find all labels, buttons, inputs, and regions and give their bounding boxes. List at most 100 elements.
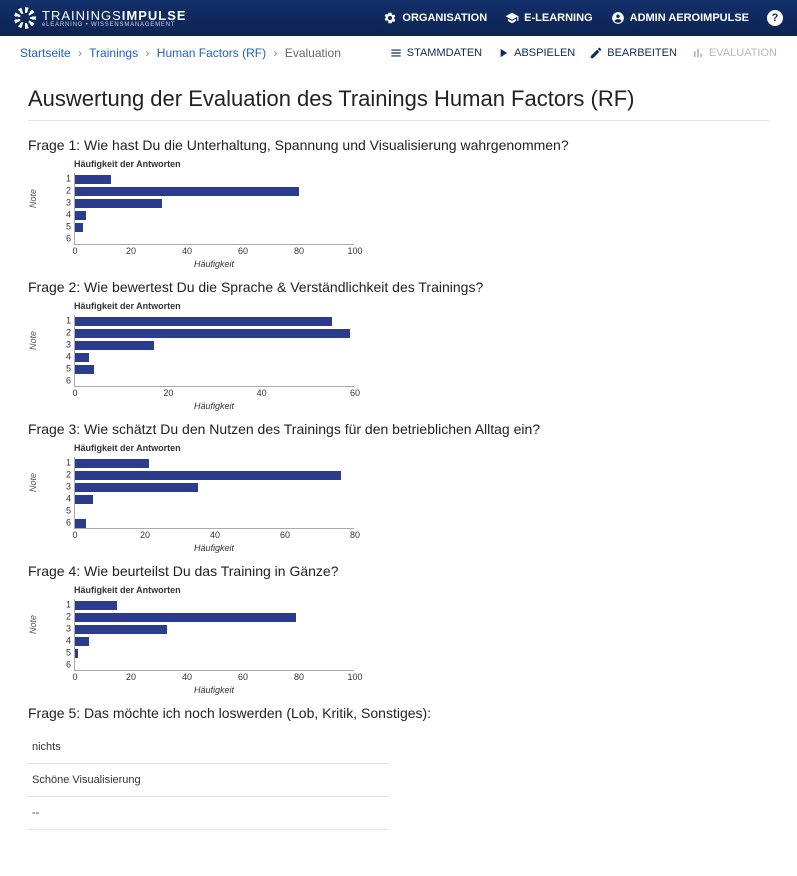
breadcrumb-trainings[interactable]: Trainings — [89, 46, 138, 60]
chart-ytick: 5 — [66, 223, 75, 232]
top-nav-bar: TRAININGSIMPULSE eLEARNING • WISSENSMANA… — [0, 0, 797, 36]
chart-ytick: 4 — [66, 495, 75, 504]
chart-xtick: 80 — [350, 528, 360, 540]
user-circle-icon — [611, 11, 625, 25]
chart-bar — [75, 223, 83, 232]
chart-xtick: 80 — [294, 670, 304, 682]
chart-ytick: 6 — [66, 519, 75, 528]
logo-main-2: IMPULSE — [122, 8, 187, 23]
breadcrumb-separator: › — [145, 46, 149, 60]
chart-plot: 123456020406080 — [74, 457, 354, 529]
text-responses: nichts Schöne Visualisierung -- — [28, 731, 769, 830]
page-tabs: STAMMDATEN ABSPIELEN BEARBEITEN EVALUATI… — [389, 46, 777, 60]
nav-elearning[interactable]: E-LEARNING — [505, 11, 592, 25]
chart-xlabel: Häufigkeit — [74, 401, 354, 411]
tab-stammdaten[interactable]: STAMMDATEN — [389, 46, 482, 60]
chart-xtick: 20 — [126, 244, 136, 256]
chart-bar — [75, 329, 350, 338]
chart-ytick: 1 — [66, 175, 75, 184]
chart-plot: 1234560204060 — [74, 315, 354, 387]
chart-title: Häufigkeit der Antworten — [74, 301, 354, 311]
chart-xlabel: Häufigkeit — [74, 543, 354, 553]
nav-admin-label: ADMIN AEROIMPULSE — [630, 12, 749, 24]
chart-ytick: 2 — [66, 471, 75, 480]
breadcrumb: Startseite › Trainings › Human Factors (… — [20, 46, 341, 60]
tab-bearbeiten[interactable]: BEARBEITEN — [589, 46, 677, 60]
chart-bar — [75, 175, 111, 184]
chart-ytick: 6 — [66, 377, 75, 386]
chart-ytick: 1 — [66, 601, 75, 610]
chart-xtick: 60 — [238, 244, 248, 256]
chart-bar — [75, 519, 86, 528]
chart-ytick: 3 — [66, 625, 75, 634]
nav-elearning-label: E-LEARNING — [524, 12, 592, 24]
pencil-icon — [589, 46, 603, 60]
title-divider — [28, 120, 769, 121]
logo-main-1: TRAININGS — [42, 8, 122, 23]
chart-xtick: 60 — [280, 528, 290, 540]
chart-bar — [75, 365, 94, 374]
chart-bar — [75, 199, 162, 208]
nav-organisation[interactable]: ORGANISATION — [383, 11, 487, 25]
play-icon — [496, 46, 510, 60]
breadcrumb-human-factors[interactable]: Human Factors (RF) — [157, 46, 266, 60]
chart-bar — [75, 483, 198, 492]
logo[interactable]: TRAININGSIMPULSE eLEARNING • WISSENSMANA… — [14, 7, 187, 29]
chart-bar — [75, 613, 296, 622]
chart-xtick: 40 — [210, 528, 220, 540]
chart-title: Häufigkeit der Antworten — [74, 585, 354, 595]
chart-bar — [75, 625, 167, 634]
chart-1: Note Häufigkeit der Antworten 123456020406… — [28, 159, 769, 269]
breadcrumb-start[interactable]: Startseite — [20, 46, 71, 60]
question-3: Frage 3: Wie schätzt Du den Nutzen des T… — [28, 421, 769, 437]
chart-ytick: 5 — [66, 365, 75, 374]
chart-ytick: 3 — [66, 199, 75, 208]
chart-title: Häufigkeit der Antworten — [74, 159, 354, 169]
help-button[interactable]: ? — [767, 10, 783, 26]
chart-xtick: 40 — [257, 386, 267, 398]
chart-ytick: 3 — [66, 483, 75, 492]
logo-swirl-icon — [14, 7, 36, 29]
tab-evaluation-label: EVALUATION — [709, 47, 777, 59]
tab-abspielen[interactable]: ABSPIELEN — [496, 46, 575, 60]
chart-ylabel: Note — [28, 473, 38, 492]
main-content: Auswertung der Evaluation des Trainings … — [0, 68, 797, 850]
question-5: Frage 5: Das möchte ich noch loswerden (… — [28, 705, 769, 721]
chart-ytick: 5 — [66, 507, 75, 516]
chart-xtick: 0 — [72, 386, 77, 398]
response-item: nichts — [28, 731, 388, 764]
chart-xtick: 0 — [72, 244, 77, 256]
chart-ytick: 6 — [66, 235, 75, 244]
response-item: Schöne Visualisierung — [28, 764, 388, 797]
chart-bar — [75, 495, 93, 504]
chart-xtick: 0 — [72, 528, 77, 540]
chart-title: Häufigkeit der Antworten — [74, 443, 354, 453]
chart-ylabel: Note — [28, 189, 38, 208]
chart-ytick: 1 — [66, 317, 75, 326]
tab-abspielen-label: ABSPIELEN — [514, 47, 575, 59]
chart-ylabel: Note — [28, 331, 38, 350]
page-title: Auswertung der Evaluation des Trainings … — [28, 86, 769, 112]
chart-bar — [75, 211, 86, 220]
chart-ytick: 2 — [66, 329, 75, 338]
chart-bar — [75, 341, 154, 350]
chart-xtick: 60 — [238, 670, 248, 682]
chart-xlabel: Häufigkeit — [74, 259, 354, 269]
question-4: Frage 4: Wie beurteilst Du das Training … — [28, 563, 769, 579]
question-2: Frage 2: Wie bewertest Du die Sprache & … — [28, 279, 769, 295]
chart-xtick: 20 — [126, 670, 136, 682]
chart-plot: 123456020406080100 — [74, 173, 354, 245]
tab-stammdaten-label: STAMMDATEN — [407, 47, 482, 59]
question-1: Frage 1: Wie hast Du die Unterhaltung, S… — [28, 137, 769, 153]
chart-xtick: 40 — [182, 244, 192, 256]
chart-3: Note Häufigkeit der Antworten 123456020406… — [28, 443, 769, 553]
graduation-cap-icon — [505, 11, 519, 25]
chart-ytick: 4 — [66, 211, 75, 220]
chart-2: Note Häufigkeit der Antworten 123456020406… — [28, 301, 769, 411]
chart-ytick: 5 — [66, 649, 75, 658]
chart-xtick: 20 — [163, 386, 173, 398]
response-item: -- — [28, 797, 388, 830]
nav-admin[interactable]: ADMIN AEROIMPULSE — [611, 11, 749, 25]
breadcrumb-separator: › — [273, 46, 277, 60]
tab-evaluation: EVALUATION — [691, 46, 777, 60]
